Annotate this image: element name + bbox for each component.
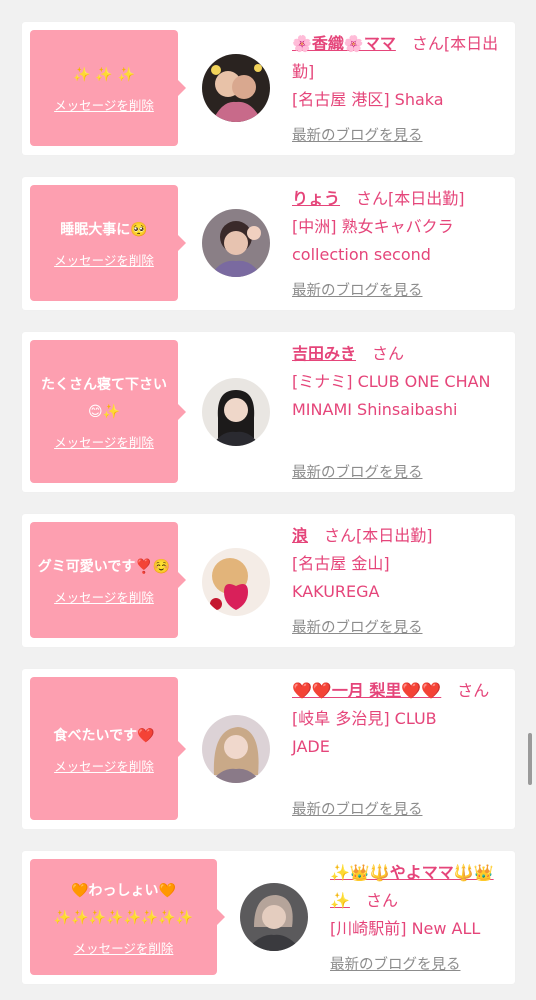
honorific: さん	[372, 344, 405, 363]
latest-blog-link[interactable]: 最新のブログを見る	[292, 461, 423, 482]
cast-info: りょう さん[本日出勤] [中洲] 熟女キャバクラ collection sec…	[292, 185, 507, 269]
delete-message-link[interactable]: メッセージを削除	[54, 250, 154, 269]
avatar[interactable]	[202, 548, 270, 616]
honorific: さん	[324, 526, 357, 545]
message-bubble: 睡眠大事に🥺 メッセージを削除	[30, 185, 186, 301]
latest-blog-link[interactable]: 最新のブログを見る	[292, 279, 423, 300]
shop-name: [名古屋 金山] KAKUREGA	[292, 554, 390, 601]
cast-info: ❤️❤️一月 梨里❤️❤️ さん [岐阜 多治見] CLUB JADE	[292, 677, 507, 761]
message-card: 🧡わっしょい🧡 ✨✨✨✨✨✨✨✨ メッセージを削除 ✨👑🔱やよママ🔱👑✨ さん …	[22, 851, 515, 984]
avatar[interactable]	[240, 883, 308, 951]
message-text: 食べたいです❤️	[53, 727, 155, 744]
message-text: たくさん寝て下さい😊✨	[41, 377, 167, 420]
honorific: さん	[457, 681, 490, 700]
shop-name: [ミナミ] CLUB ONE CHAN MINAMI Shinsaibashi	[292, 372, 491, 419]
latest-blog-link[interactable]: 最新のブログを見る	[330, 953, 461, 974]
delete-message-link[interactable]: メッセージを削除	[54, 587, 154, 606]
shop-name: [中洲] 熟女キャバクラ collection second	[292, 217, 454, 264]
cast-name-link[interactable]: ✨👑🔱やよママ🔱👑✨	[330, 863, 494, 910]
delete-message-link[interactable]: メッセージを削除	[54, 432, 154, 451]
cast-name-link[interactable]: 🌸香織🌸ママ	[292, 34, 396, 53]
cast-name-link[interactable]: 浪	[292, 526, 308, 545]
shop-name: [名古屋 港区] Shaka	[292, 90, 444, 109]
cast-info: 吉田みき さん [ミナミ] CLUB ONE CHAN MINAMI Shins…	[292, 340, 507, 424]
message-bubble: 🧡わっしょい🧡 ✨✨✨✨✨✨✨✨ メッセージを削除	[30, 859, 225, 975]
avatar[interactable]	[202, 54, 270, 122]
shop-name: [岐阜 多治見] CLUB JADE	[292, 709, 437, 756]
message-text: グミ可愛いです❣️☺️	[37, 559, 171, 575]
message-bubble: ✨ ✨ ✨ メッセージを削除	[30, 30, 186, 146]
delete-message-link[interactable]: メッセージを削除	[54, 95, 154, 114]
honorific: さん	[365, 891, 398, 910]
message-text: 🧡わっしょい🧡 ✨✨✨✨✨✨✨✨	[53, 882, 194, 926]
cast-name-link[interactable]: ❤️❤️一月 梨里❤️❤️	[292, 681, 441, 700]
cast-name-link[interactable]: 吉田みき	[292, 344, 356, 363]
cast-info: ✨👑🔱やよママ🔱👑✨ さん [川崎駅前] New ALL	[330, 859, 510, 943]
shop-name: [川崎駅前] New ALL	[330, 919, 481, 938]
status-badge: [本日出勤]	[356, 526, 433, 545]
avatar[interactable]	[202, 378, 270, 446]
status-badge: [本日出勤]	[388, 189, 465, 208]
message-card: ✨ ✨ ✨ メッセージを削除 🌸香織🌸ママ さん[本日出勤] [名古屋 港区] …	[22, 22, 515, 155]
scrollbar[interactable]	[528, 733, 532, 785]
avatar[interactable]	[202, 209, 270, 277]
message-bubble: グミ可愛いです❣️☺️ メッセージを削除	[30, 522, 186, 638]
delete-message-link[interactable]: メッセージを削除	[74, 938, 174, 957]
message-card: たくさん寝て下さい😊✨ メッセージを削除 吉田みき さん [ミナミ] CLUB …	[22, 332, 515, 492]
message-text: ✨ ✨ ✨	[72, 67, 136, 83]
message-card: グミ可愛いです❣️☺️ メッセージを削除 浪 さん[本日出勤] [名古屋 金山]…	[22, 514, 515, 647]
avatar[interactable]	[202, 715, 270, 783]
cast-info: 🌸香織🌸ママ さん[本日出勤] [名古屋 港区] Shaka	[292, 30, 507, 114]
latest-blog-link[interactable]: 最新のブログを見る	[292, 124, 423, 145]
message-card: 睡眠大事に🥺 メッセージを削除 りょう さん[本日出勤] [中洲] 熟女キャバク…	[22, 177, 515, 310]
cast-name-link[interactable]: りょう	[292, 189, 340, 208]
message-card: 食べたいです❤️ メッセージを削除 ❤️❤️一月 梨里❤️❤️ さん [岐阜 多…	[22, 669, 515, 829]
honorific: さん	[356, 189, 389, 208]
honorific: さん	[411, 34, 444, 53]
delete-message-link[interactable]: メッセージを削除	[54, 756, 154, 775]
latest-blog-link[interactable]: 最新のブログを見る	[292, 616, 423, 637]
message-text: 睡眠大事に🥺	[60, 222, 148, 238]
cast-info: 浪 さん[本日出勤] [名古屋 金山] KAKUREGA	[292, 522, 507, 606]
message-bubble: 食べたいです❤️ メッセージを削除	[30, 677, 186, 820]
latest-blog-link[interactable]: 最新のブログを見る	[292, 798, 423, 819]
message-bubble: たくさん寝て下さい😊✨ メッセージを削除	[30, 340, 186, 483]
